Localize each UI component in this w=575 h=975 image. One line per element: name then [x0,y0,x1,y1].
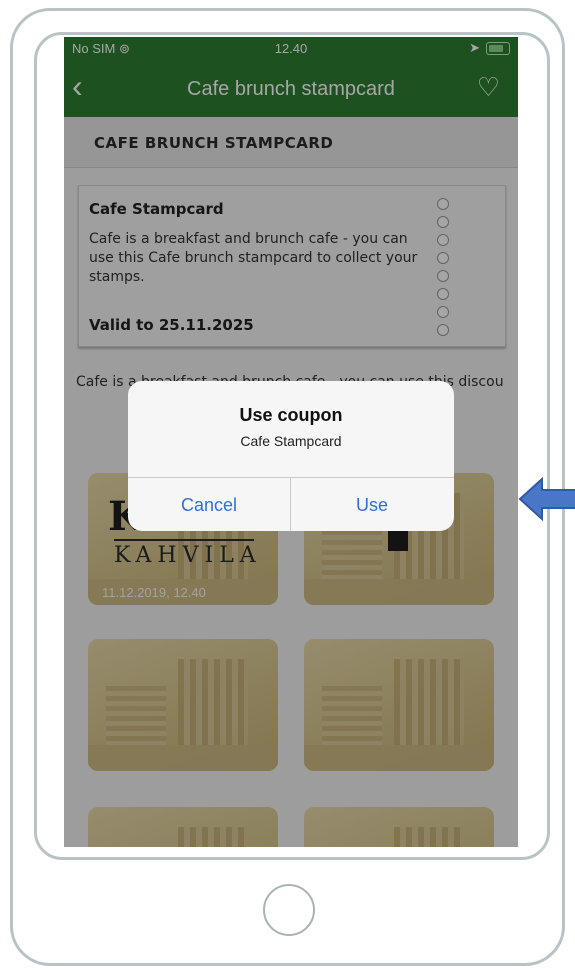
pointer-arrow-icon [518,476,575,522]
dialog-title: Use coupon [239,405,343,425]
use-coupon-dialog: Use coupon Cafe Stampcard Cancel Use [128,381,454,531]
app-screen: No SIM ⊚ 12.40 ➤ ‹ Cafe brunch stampcard… [64,37,518,847]
dialog-subtitle: Cafe Stampcard [240,433,342,449]
use-button[interactable]: Use [291,477,453,531]
home-button[interactable] [263,884,315,936]
cancel-button[interactable]: Cancel [128,477,290,531]
